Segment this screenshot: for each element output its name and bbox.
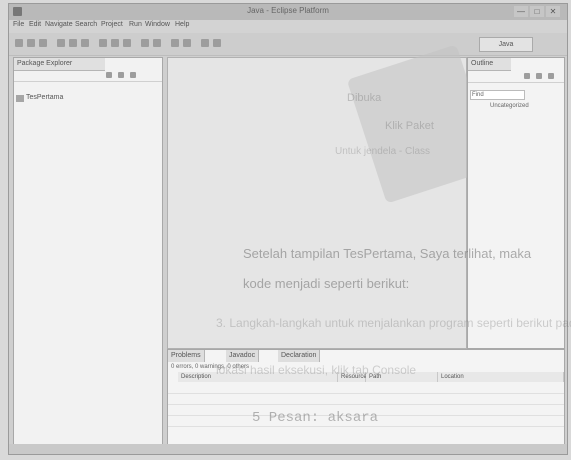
outline-toolbar [468,70,564,83]
previous-annotation-icon[interactable] [183,39,191,47]
menu-navigate[interactable]: Navigate [45,21,73,28]
project-folder-icon [16,95,24,102]
new-java-project-icon[interactable] [99,39,107,47]
maximize-button[interactable]: □ [530,6,544,17]
run-icon[interactable] [69,39,77,47]
forward-icon[interactable] [213,39,221,47]
link-editor-icon[interactable] [118,72,124,78]
project-item[interactable]: TesPertama [26,94,63,101]
book-text-line-4: lokasi hasil eksekusi, klik tab Console [216,363,417,377]
tab-problems[interactable]: Problems [168,350,205,362]
book-text-top-2: Klik Paket [385,120,434,132]
table-row [168,394,564,405]
open-type-icon[interactable] [141,39,149,47]
menu-search[interactable]: Search [75,21,97,28]
view-menu-icon[interactable] [548,73,554,79]
search-icon[interactable] [153,39,161,47]
menu-window[interactable]: Window [145,21,170,28]
debug-icon[interactable] [57,39,65,47]
back-icon[interactable] [201,39,209,47]
tab-javadoc[interactable]: Javadoc [226,350,260,362]
book-text-line-2: kode menjadi seperti berikut: [243,276,410,291]
book-text-top-1: Dibuka [347,92,382,104]
next-annotation-icon[interactable] [171,39,179,47]
tab-declaration[interactable]: Declaration [278,350,321,362]
package-explorer-view: Package Explorer TesPertama [13,57,163,450]
main-toolbar: Java [9,33,567,56]
new-package-icon[interactable] [111,39,119,47]
new-icon[interactable] [15,39,23,47]
view-menu-icon[interactable] [130,72,136,78]
table-row [168,383,564,394]
menu-file[interactable]: File [13,21,24,28]
menu-run[interactable]: Run [129,21,142,28]
package-explorer-toolbar [14,70,162,82]
book-text-line-3: 3. Langkah-langkah untuk menjalankan pro… [216,316,571,330]
window-title: Java - Eclipse Platform [247,6,329,15]
minimize-button[interactable]: — [514,6,528,17]
print-icon[interactable] [39,39,47,47]
column-location[interactable]: Location [438,372,564,382]
menu-bar: File Edit Navigate Search Project Run Wi… [9,20,567,33]
menu-project[interactable]: Project [101,21,123,28]
find-input[interactable]: Find [470,90,525,100]
perspective-switcher[interactable]: Java [479,37,533,52]
external-tools-icon[interactable] [81,39,89,47]
new-class-icon[interactable] [123,39,131,47]
title-bar: Java - Eclipse Platform — □ ✕ [9,4,567,20]
book-text-line-1: Setelah tampilan TesPertama, Saya terlih… [243,246,532,261]
uncategorized-item[interactable]: Uncategorized [490,103,529,109]
sort-icon[interactable] [524,73,530,79]
menu-help[interactable]: Help [175,21,189,28]
save-icon[interactable] [27,39,35,47]
menu-edit[interactable]: Edit [29,21,41,28]
book-code-line: 5 Pesan: aksara [252,410,379,426]
book-text-top-3: Untuk jendela - Class [335,146,431,157]
filter-icon[interactable] [536,73,542,79]
eclipse-window: Java - Eclipse Platform — □ ✕ File Edit … [8,3,568,455]
collapse-all-icon[interactable] [106,72,112,78]
outline-view: Outline Find Uncategorized [467,57,565,349]
close-button[interactable]: ✕ [546,6,560,17]
status-bar [9,444,567,454]
